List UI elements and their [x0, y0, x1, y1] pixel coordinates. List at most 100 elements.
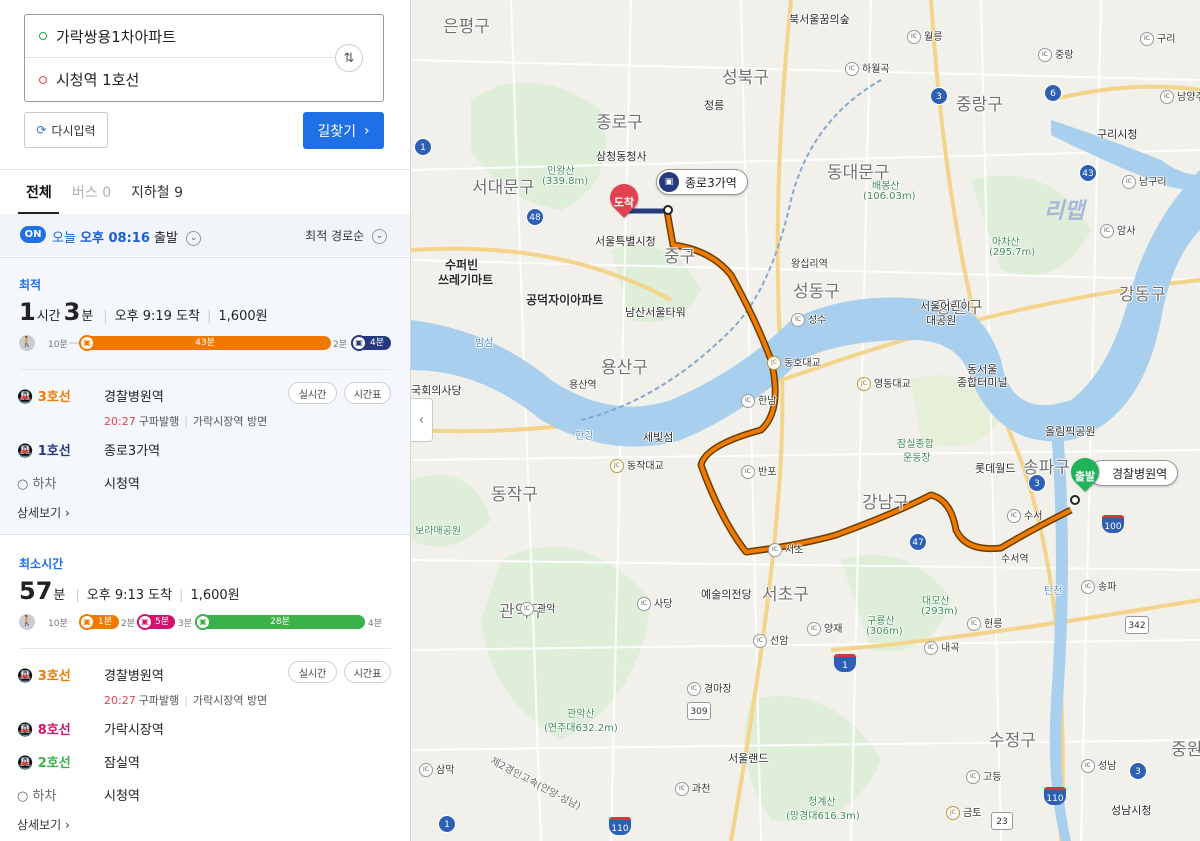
- highway-badge: 47: [909, 533, 927, 551]
- subway-icon: ▣: [351, 335, 367, 351]
- route-summary: 1 시간 3 분 | 오후 9:19 도착 | 1,600원: [19, 298, 268, 326]
- walk-icon: 🚶: [19, 614, 35, 630]
- district-label: 강남구: [862, 493, 909, 513]
- realtime-button[interactable]: 실시간: [288, 382, 337, 404]
- route-label: 최소시간: [19, 557, 64, 571]
- departure-bar: ON 오늘 오후 08:16 출발 ⌄ 최적 경로순 ⌄: [0, 214, 410, 256]
- subway-icon: 🚇: [17, 390, 34, 405]
- step-transfer: 🚇 1호선 종로3가역: [17, 444, 161, 459]
- ic-label: IC 수서: [1007, 507, 1042, 523]
- collapse-panel-button[interactable]: ‹: [411, 398, 433, 442]
- poi-label: 운동장: [903, 453, 931, 464]
- poi-label: 서울랜드: [728, 752, 769, 765]
- ic-label: IC 중랑: [1038, 46, 1073, 62]
- ic-label: IC 한남: [741, 392, 776, 408]
- route-badge: 309: [687, 702, 711, 720]
- reset-button[interactable]: ⟳ 다시입력: [24, 112, 108, 148]
- district-label: 강동구: [1119, 285, 1166, 305]
- district-label: 중원구: [1171, 740, 1200, 760]
- ic-label: IC 구리: [1140, 30, 1175, 46]
- swap-arrows-icon[interactable]: ⇅: [335, 44, 363, 72]
- station-tag-jongno3ga[interactable]: ▣ 종로3가역: [656, 169, 748, 195]
- mountain-label: 청계산: [808, 797, 836, 808]
- mountain-label: 구룡산: [867, 616, 895, 627]
- mountain-label: 대모산: [922, 596, 950, 607]
- poi-label: 국회의사당: [411, 384, 462, 397]
- chevron-down-icon: ⌄: [186, 231, 202, 246]
- sort-dropdown[interactable]: 최적 경로순 ⌄: [305, 227, 387, 244]
- departure-time[interactable]: 오늘 오후 08:16 출발 ⌄: [52, 227, 202, 246]
- tab-bus[interactable]: 버스 0: [72, 182, 111, 202]
- ic-label: IC 반포: [741, 463, 776, 479]
- watermark: 리맵: [1044, 199, 1085, 224]
- tab-subway[interactable]: 지하철 9: [131, 182, 183, 202]
- train-info: 20:27 구파발행 | 가락시장역 방면: [104, 415, 268, 428]
- chevron-left-icon: ‹: [418, 412, 425, 428]
- station-tag-police-hospital[interactable]: 경찰병원역: [1089, 460, 1179, 486]
- poi-label: 공덕자이아파트: [526, 293, 604, 307]
- station-label: 용산역: [569, 380, 597, 391]
- detail-link[interactable]: 상세보기 ›: [17, 816, 70, 833]
- mountain-label: (306m): [866, 626, 903, 637]
- segment-line-2: ▣ 28분: [195, 614, 365, 630]
- tab-all[interactable]: 전체: [26, 182, 52, 202]
- subway-icon: ▣: [137, 614, 153, 630]
- route-label: 최적: [19, 278, 42, 292]
- highway-badge: 3: [1129, 762, 1147, 780]
- circle-icon: ○: [17, 477, 29, 492]
- timetable-button[interactable]: 시간표: [344, 382, 391, 404]
- ic-label: IC 성수: [791, 311, 826, 327]
- subway-icon: 🚇: [17, 723, 34, 738]
- ic-label: IC 월릉: [907, 28, 942, 44]
- poi-label: 북서울꿈의숲: [789, 13, 850, 26]
- segment-line-1: ▣ 4분: [351, 335, 391, 351]
- route-card-best[interactable]: 최적 1 시간 3 분 | 오후 9:19 도착 | 1,600원 🚶 10분 …: [0, 257, 410, 535]
- poi-label: 성남시청: [1111, 804, 1152, 817]
- ic-label: IC 과천: [675, 780, 710, 796]
- subway-icon: ▣: [659, 172, 679, 192]
- realtime-button[interactable]: 실시간: [288, 661, 337, 683]
- poi-label: 예술의전당: [701, 588, 752, 601]
- detail-link[interactable]: 상세보기 ›: [17, 504, 70, 521]
- on-toggle[interactable]: ON: [20, 226, 46, 243]
- destination-field[interactable]: 시청역 1호선: [25, 58, 335, 101]
- chevron-right-icon: ›: [364, 122, 370, 139]
- destination-dot-icon: [39, 75, 47, 84]
- ic-label: IC 송파: [1081, 578, 1116, 594]
- district-label: 서초구: [762, 585, 809, 605]
- district-label: 은평구: [443, 17, 490, 37]
- chevron-right-icon: ›: [65, 506, 70, 520]
- highway-badge: 6: [1044, 84, 1062, 102]
- mountain-label: (339.8m): [542, 176, 589, 187]
- district-label: 동작구: [491, 485, 538, 505]
- ic-label: IC 관악: [520, 600, 555, 616]
- route-summary: 57 분 | 오후 9:13 도착 | 1,600원: [19, 577, 240, 605]
- district-label: 수정구: [989, 731, 1036, 751]
- ic-label: IC 경마장: [687, 680, 732, 696]
- segment-line-8: ▣ 5분: [137, 614, 175, 630]
- ic-label: IC남양주: [1160, 88, 1200, 104]
- ic-label: IC 하월곡: [845, 60, 890, 76]
- ic-label: IC 양재: [807, 620, 842, 636]
- poi-label: 롯데월드: [975, 462, 1016, 475]
- subway-icon: 🚇: [17, 444, 34, 459]
- find-route-button[interactable]: 길찾기 ›: [303, 112, 384, 149]
- poi-label: 잠실종합: [897, 439, 934, 450]
- ic-label: IC 고등: [966, 768, 1001, 784]
- poi-label: 정릉: [704, 99, 725, 112]
- subway-icon: ▣: [79, 614, 95, 630]
- route-timeline-bar: 🚶 10분 ▣ 1분 2분 ▣ 5분 3분 ▣ 28분 4분: [19, 614, 383, 630]
- timetable-button[interactable]: 시간표: [344, 661, 391, 683]
- search-box: 가락쌍용1차아파트 시청역 1호선 ⇅: [24, 14, 384, 102]
- ic-label: JC 동호대교: [767, 354, 821, 370]
- ic-label: JC 금토: [946, 804, 981, 820]
- map-view[interactable]: 은평구 성북구 종로구 서대문구 동대문구 중구 성동구 용산구 광진구 강동구…: [411, 0, 1200, 841]
- district-label: 성북구: [722, 68, 769, 88]
- origin-field[interactable]: 가락쌍용1차아파트: [25, 15, 335, 58]
- poi-label: 종합터미널: [957, 376, 1008, 389]
- segment-line-3: ▣ 43분: [79, 335, 331, 351]
- jc-label: JC 동작대교: [610, 457, 664, 473]
- route-card-fastest[interactable]: 최소시간 57 분 | 오후 9:13 도착 | 1,600원 🚶 10분 ▣ …: [0, 537, 410, 841]
- reset-label: 다시입력: [51, 123, 96, 138]
- refresh-icon: ⟳: [36, 123, 47, 137]
